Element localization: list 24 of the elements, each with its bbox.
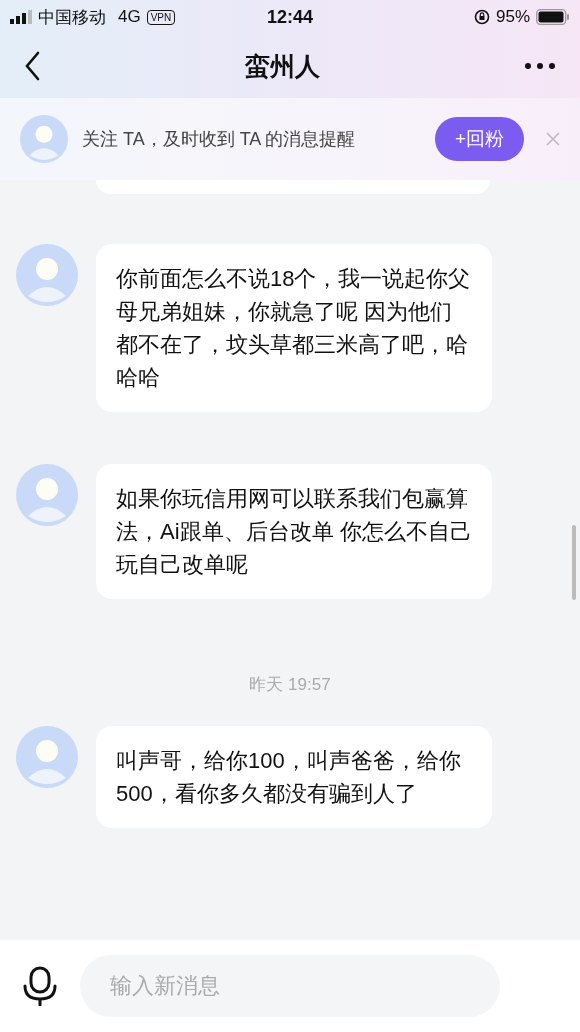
follow-back-button[interactable]: +回粉 — [434, 117, 524, 161]
follow-prompt: 关注 TA，及时收到 TA 的消息提醒 — [82, 128, 357, 151]
avatar[interactable] — [20, 115, 68, 163]
message-bubble: 叫声哥，给你100，叫声爸爸，给你500，看你多久都没有骗到人了 — [96, 726, 492, 828]
avatar[interactable] — [16, 244, 78, 306]
message-input[interactable]: 输入新消息 — [80, 955, 500, 1017]
network-type: 4G — [118, 7, 141, 27]
vpn-badge: VPN — [146, 9, 176, 25]
more-icon[interactable] — [524, 62, 556, 70]
avatar[interactable] — [16, 464, 78, 526]
microphone-icon[interactable] — [22, 966, 58, 1006]
rotation-lock-icon — [474, 9, 490, 25]
signal-icon — [10, 10, 32, 24]
chat-title: 蛮州人 — [244, 50, 320, 82]
message-bubble: 你前面怎么不说18个，我一说起你父母兄弟姐妹，你就急了呢 因为他们都不在了，坟头草都三米高了吧，哈哈哈 — [96, 244, 492, 412]
close-icon[interactable] — [546, 132, 560, 146]
message-bubble: 如果你玩信用网可以联系我们包赢算法，Ai跟单、后台改单 你怎么不自己玩自己改单呢 — [96, 464, 492, 599]
avatar[interactable] — [16, 726, 78, 788]
battery-icon — [536, 9, 570, 25]
carrier-name: 中国移动 — [38, 6, 106, 29]
battery-percent: 95% — [496, 7, 530, 27]
timestamp: 昨天 19:57 — [249, 674, 331, 696]
clock-time: 12:44 — [267, 6, 314, 28]
back-icon[interactable] — [24, 51, 40, 81]
